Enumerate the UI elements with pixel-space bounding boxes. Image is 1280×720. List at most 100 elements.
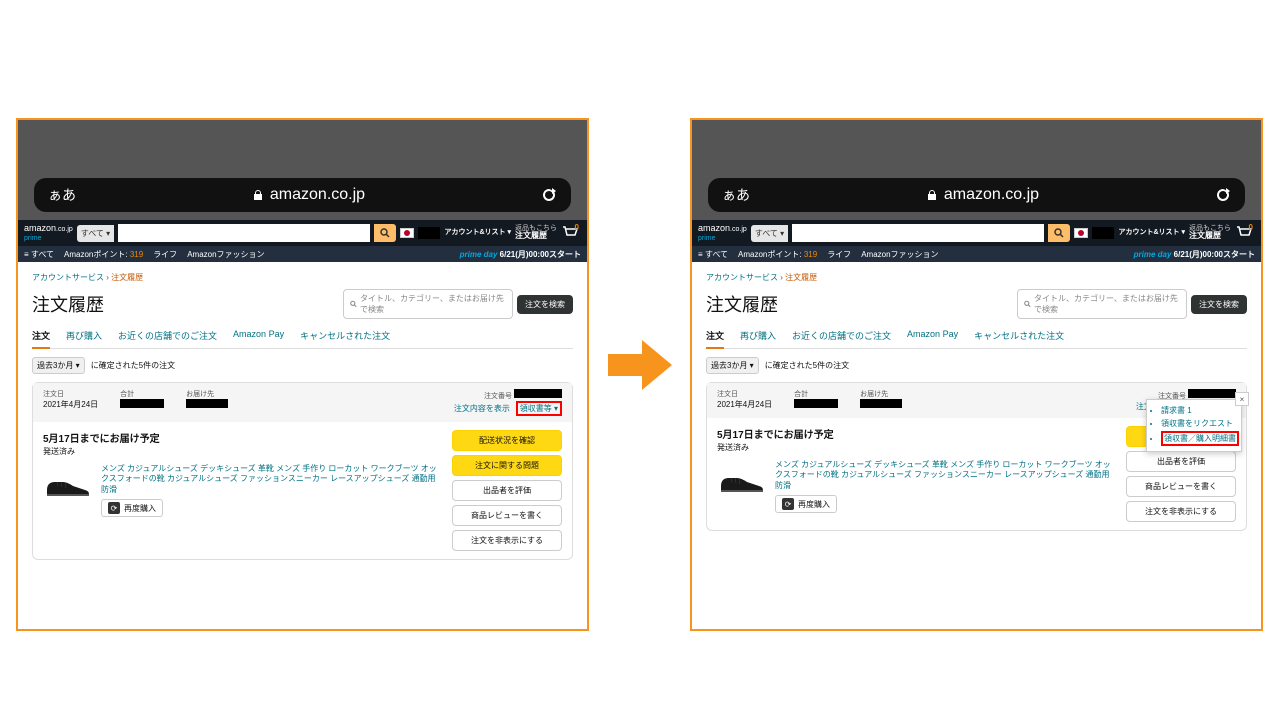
tab-cancelled[interactable]: キャンセルされた注文 — [300, 329, 390, 342]
shoe-icon — [43, 468, 93, 500]
redacted — [860, 399, 902, 408]
nav-fashion[interactable]: Amazonファッション — [861, 249, 938, 260]
hide-order-button[interactable]: 注文を非表示にする — [452, 530, 562, 551]
receipt-item-request[interactable]: 領収書をリクエスト — [1161, 417, 1235, 430]
breadcrumb: アカウントサービス › 注文履歴 — [32, 268, 573, 285]
product-image[interactable] — [717, 460, 767, 500]
lock-icon — [252, 189, 264, 201]
primeday-banner[interactable]: prime day 6/21(月)00:00スタート — [1134, 249, 1255, 260]
orders-link[interactable]: 返品もこちら 注文履歴 — [1189, 225, 1231, 241]
amazon-header: amazon.co.jp prime すべて ▾ アカウント&リスト ▾ 返品も… — [18, 220, 587, 246]
buy-again-button[interactable]: ⟳ 再度購入 — [775, 495, 837, 513]
screenshot-before: ぁあ amazon.co.jp amazon.co.jp prime すべて ▾… — [16, 118, 589, 631]
transition-arrow-icon — [608, 340, 672, 390]
account-menu[interactable]: アカウント&リスト ▾ — [444, 229, 511, 237]
tab-cancelled[interactable]: キャンセルされた注文 — [974, 329, 1064, 342]
rate-seller-button[interactable]: 出品者を評価 — [1126, 451, 1236, 472]
account-menu[interactable]: アカウント&リスト ▾ — [1118, 229, 1185, 237]
track-button[interactable]: 配送状況を確認 — [452, 430, 562, 451]
hide-order-button[interactable]: 注文を非表示にする — [1126, 501, 1236, 522]
tab-buyagain[interactable]: 再び購入 — [66, 329, 102, 342]
filter-summary: に確定された5件の注文 — [765, 360, 849, 371]
nav-points[interactable]: Amazonポイント: 319 — [738, 249, 817, 260]
order-detail-link[interactable]: 注文内容を表示 — [454, 404, 510, 413]
redacted — [1092, 227, 1114, 239]
product-image[interactable] — [43, 464, 93, 504]
filter-summary: に確定された5件の注文 — [91, 360, 175, 371]
reload-icon[interactable] — [1215, 187, 1231, 203]
search-category-dropdown[interactable]: すべて ▾ — [751, 225, 788, 242]
breadcrumb: アカウントサービス › 注文履歴 — [706, 268, 1247, 285]
review-button[interactable]: 商品レビューを書く — [452, 505, 562, 526]
search-button[interactable] — [1048, 224, 1070, 242]
review-button[interactable]: 商品レビューを書く — [1126, 476, 1236, 497]
tab-pay[interactable]: Amazon Pay — [907, 329, 958, 342]
highlight-receipt-detail: 領収書／購入明細書 — [1161, 431, 1239, 446]
problem-button[interactable]: 注文に関する問題 — [452, 455, 562, 476]
order-search-input[interactable]: タイトル、カテゴリー、またはお届け先で検索 — [343, 289, 513, 319]
order-search-input[interactable]: タイトル、カテゴリー、またはお届け先で検索 — [1017, 289, 1187, 319]
orders-link[interactable]: 返品もこちら 注文履歴 — [515, 225, 557, 241]
receipt-item-invoice[interactable]: 請求書 1 — [1161, 404, 1235, 417]
nav-points[interactable]: Amazonポイント: 319 — [64, 249, 143, 260]
order-card: 注文日2021年4月24日 合計 お届け先 注文番号 注文内容を表示 領収書等 … — [706, 382, 1247, 531]
tab-buyagain[interactable]: 再び購入 — [740, 329, 776, 342]
buy-again-button[interactable]: ⟳ 再度購入 — [101, 499, 163, 517]
period-dropdown[interactable]: 過去3か月 ▾ — [706, 357, 759, 374]
cart-icon[interactable]: 0 — [561, 225, 581, 241]
receipt-dropdown[interactable]: 領収書等 ▾ — [520, 404, 558, 413]
crumb-account[interactable]: アカウントサービス — [32, 273, 104, 282]
address-bar[interactable]: ぁあ amazon.co.jp — [34, 178, 571, 212]
tab-store[interactable]: お近くの店舗でのご注文 — [792, 329, 891, 342]
order-search-button[interactable]: 注文を検索 — [517, 295, 573, 314]
flag-jp-icon[interactable] — [1074, 228, 1088, 238]
flag-jp-icon[interactable] — [400, 228, 414, 238]
rate-seller-button[interactable]: 出品者を評価 — [452, 480, 562, 501]
search-icon — [350, 300, 357, 308]
redacted — [120, 399, 164, 408]
reader-icon[interactable]: ぁあ — [722, 185, 750, 205]
crumb-account[interactable]: アカウントサービス — [706, 273, 778, 282]
page-content: アカウントサービス › 注文履歴 注文履歴 タイトル、カテゴリー、またはお届け先… — [692, 262, 1261, 537]
nav-life[interactable]: ライフ — [153, 249, 177, 260]
page-title: 注文履歴 — [32, 291, 104, 317]
search-input[interactable] — [792, 224, 1044, 242]
search-icon — [380, 228, 390, 238]
browser-chrome: ぁあ amazon.co.jp — [692, 120, 1261, 220]
tab-pay[interactable]: Amazon Pay — [233, 329, 284, 342]
reader-icon[interactable]: ぁあ — [48, 185, 76, 205]
product-title[interactable]: メンズ カジュアルシューズ デッキシューズ 革靴 メンズ 手作り ローカット ワ… — [775, 460, 1116, 491]
close-icon[interactable]: × — [1235, 392, 1249, 406]
cart-icon[interactable]: 0 — [1235, 225, 1255, 241]
order-search-button[interactable]: 注文を検索 — [1191, 295, 1247, 314]
order-card-header: 注文日2021年4月24日 合計 お届け先 注文番号 注文内容を表示 領収書等 … — [707, 383, 1246, 418]
search-category-dropdown[interactable]: すべて ▾ — [77, 225, 114, 242]
tab-orders[interactable]: 注文 — [706, 329, 724, 349]
redacted — [418, 227, 440, 239]
order-card: 注文日2021年4月24日 合計 お届け先 注文番号 注文内容を表示 領収書等 … — [32, 382, 573, 560]
order-tabs: 注文 再び購入 お近くの店舗でのご注文 Amazon Pay キャンセルされた注… — [32, 329, 573, 349]
primeday-banner[interactable]: prime day 6/21(月)00:00スタート — [460, 249, 581, 260]
nav-life[interactable]: ライフ — [827, 249, 851, 260]
product-title[interactable]: メンズ カジュアルシューズ デッキシューズ 革靴 メンズ 手作り ローカット ワ… — [101, 464, 442, 495]
amazon-logo[interactable]: amazon.co.jp prime — [24, 224, 73, 242]
amazon-logo[interactable]: amazon.co.jp prime — [698, 224, 747, 242]
order-tabs: 注文 再び購入 お近くの店舗でのご注文 Amazon Pay キャンセルされた注… — [706, 329, 1247, 349]
order-card-header: 注文日2021年4月24日 合計 お届け先 注文番号 注文内容を表示 領収書等 … — [33, 383, 572, 422]
nav-all[interactable]: ≡ すべて — [698, 249, 728, 260]
nav-fashion[interactable]: Amazonファッション — [187, 249, 264, 260]
delivery-estimate: 5月17日までにお届け予定 — [43, 430, 442, 445]
refresh-icon: ⟳ — [782, 498, 794, 510]
tab-orders[interactable]: 注文 — [32, 329, 50, 349]
search-input[interactable] — [118, 224, 370, 242]
period-dropdown[interactable]: 過去3か月 ▾ — [32, 357, 85, 374]
reload-icon[interactable] — [541, 187, 557, 203]
tab-store[interactable]: お近くの店舗でのご注文 — [118, 329, 217, 342]
address-bar[interactable]: ぁあ amazon.co.jp — [708, 178, 1245, 212]
receipt-item-detail[interactable]: 領収書／購入明細書 — [1161, 430, 1235, 447]
redacted — [1188, 389, 1236, 398]
search-button[interactable] — [374, 224, 396, 242]
sub-nav: ≡ すべて Amazonポイント: 319 ライフ Amazonファッション p… — [692, 246, 1261, 262]
nav-all[interactable]: ≡ すべて — [24, 249, 54, 260]
url-display: amazon.co.jp — [76, 186, 541, 204]
